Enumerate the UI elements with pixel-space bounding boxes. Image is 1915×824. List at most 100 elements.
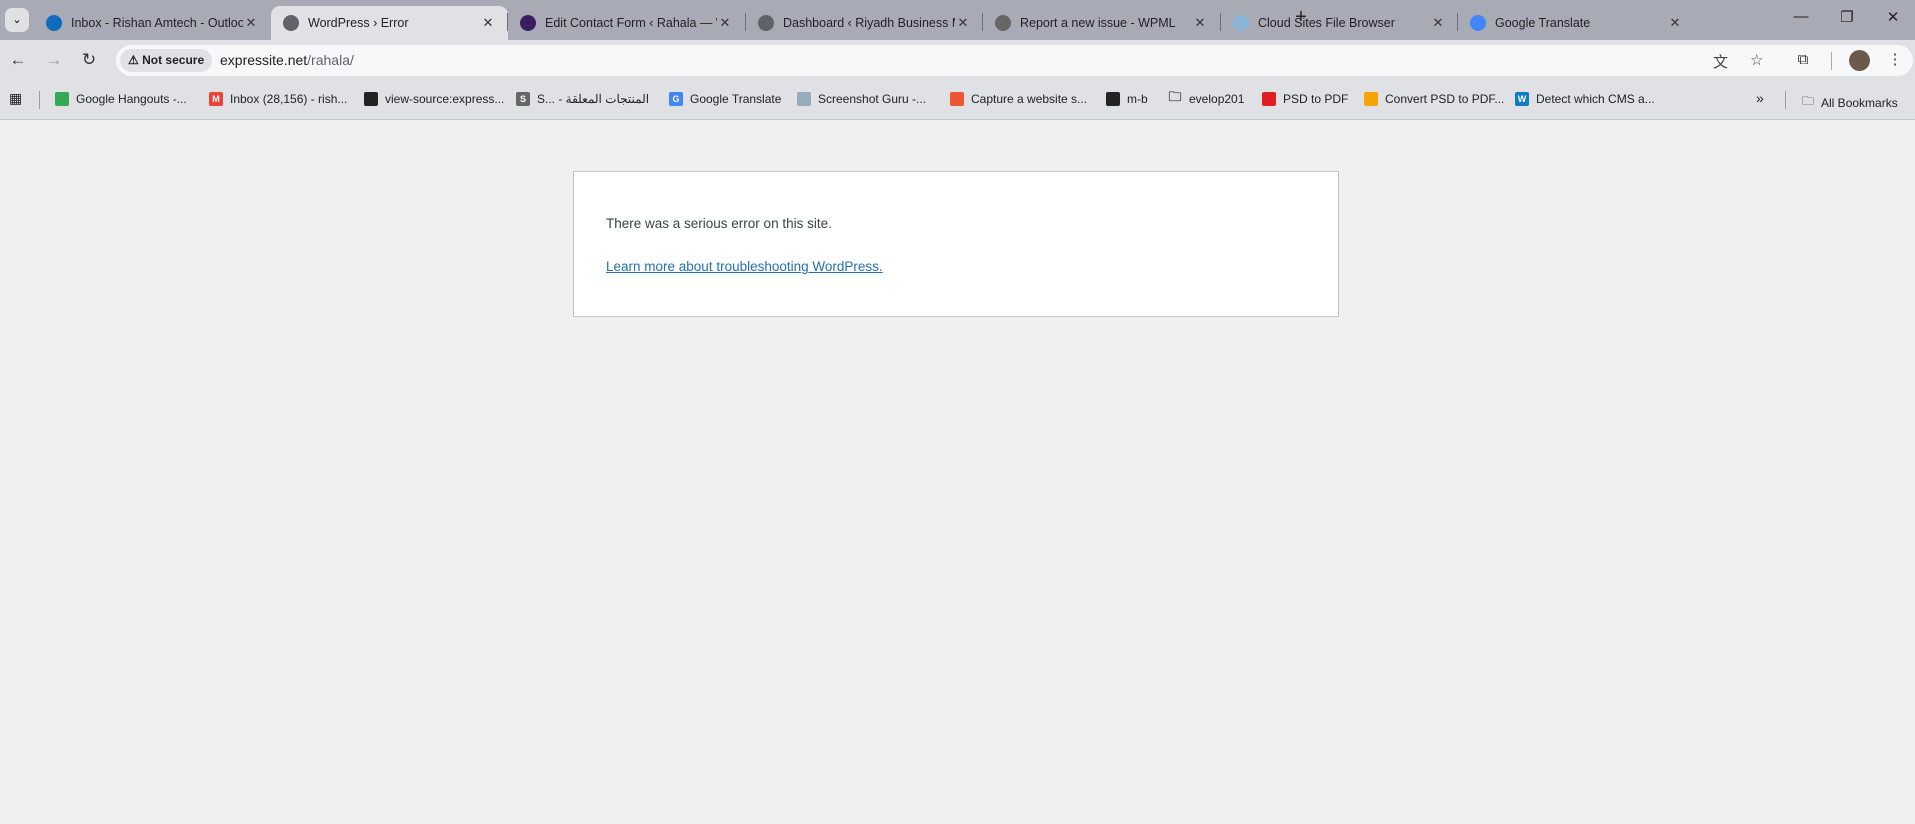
browser-toolbar: ← → ↻ ⚠ Not secure expressite.net/rahala… [0, 40, 1915, 81]
bookmark-label: PSD to PDF [1283, 92, 1349, 106]
tab-4[interactable]: Dashboard ‹ Riyadh Business Magazine✕ [746, 6, 983, 40]
bookmark-item[interactable]: 🗀 evelop201 [1168, 89, 1245, 106]
bookmark-favicon-icon: S [516, 92, 530, 106]
tab-title: Edit Contact Form ‹ Rahala — WordPress [545, 16, 717, 30]
warning-icon: ⚠ [128, 53, 143, 67]
bookmark-item[interactable]: m-b [1106, 92, 1148, 106]
reload-icon[interactable]: ↻ [78, 50, 100, 70]
close-tab-icon[interactable]: ✕ [955, 15, 971, 31]
back-icon[interactable]: ← [7, 50, 29, 70]
security-label: Not secure [142, 53, 205, 67]
close-tab-icon[interactable]: ✕ [1192, 15, 1208, 31]
bookmark-item[interactable]: M Inbox (28,156) - rish... [209, 92, 347, 106]
bookmark-favicon-icon [797, 92, 811, 106]
menu-icon[interactable]: ⋮ [1884, 50, 1906, 68]
bookmark-label: m-b [1127, 92, 1148, 106]
tab-title: WordPress › Error [308, 16, 409, 30]
bookmark-item[interactable]: Google Hangouts -... [55, 92, 187, 106]
divider [39, 91, 40, 109]
folder-icon: 🗀 [1168, 89, 1182, 104]
bookmark-item[interactable]: G Google Translate [669, 92, 781, 106]
apps-icon[interactable]: ▦ [9, 90, 22, 107]
url-path: /rahala/ [307, 52, 354, 68]
bookmark-star-icon[interactable]: ☆ [1750, 51, 1763, 69]
bookmark-favicon-icon [55, 92, 69, 106]
tab-6[interactable]: Cloud Sites File Browser ✕ [1221, 6, 1458, 40]
divider [1831, 52, 1832, 70]
tab-divider [1457, 13, 1458, 31]
bookmark-item[interactable]: S S... - المنتجات المعلقة [516, 92, 649, 106]
outlook-icon [46, 15, 62, 31]
security-chip[interactable]: ⚠ Not secure [120, 49, 213, 72]
bookmark-item[interactable]: Capture a website s... [950, 92, 1087, 106]
bookmark-label: S... - المنتجات المعلقة [537, 92, 650, 106]
tab-title: Report a new issue - WPML [1020, 16, 1176, 30]
tab-divider [1220, 13, 1221, 31]
tab-divider [507, 13, 508, 31]
bookmark-label: evelop201 [1189, 92, 1245, 106]
tab-2[interactable]: WordPress › Error ✕ [271, 6, 508, 40]
tab-divider [982, 13, 983, 31]
bookmark-label: Google Hangouts -... [76, 92, 187, 106]
bookmark-label: Capture a website s... [971, 92, 1088, 106]
bookmark-item[interactable]: Convert PSD to PDF... [1364, 92, 1504, 106]
bookmark-label: Inbox (28,156) - rish... [230, 92, 348, 106]
bookmark-label: view-source:express... [385, 92, 505, 106]
bookmark-favicon-icon [1262, 92, 1276, 106]
url-text[interactable]: expressite.net/rahala/ [220, 52, 354, 68]
close-tab-icon[interactable]: ✕ [243, 15, 259, 31]
tab-5[interactable]: Report a new issue - WPML ✕ [983, 6, 1220, 40]
restore-button[interactable]: ❐ [1832, 8, 1862, 26]
close-window-button[interactable]: ✕ [1878, 8, 1908, 26]
new-tab-button[interactable]: + [1286, 6, 1316, 29]
bookmark-label: Screenshot Guru -... [818, 92, 927, 106]
bookmark-favicon-icon [364, 92, 378, 106]
bookmark-favicon-icon [1364, 92, 1378, 106]
google-translate-icon [1470, 15, 1486, 31]
troubleshooting-link[interactable]: Learn more about troubleshooting WordPre… [606, 259, 883, 274]
bookmark-label: Google Translate [690, 92, 782, 106]
divider [1785, 91, 1786, 109]
bookmarks-overflow-button[interactable]: » [1756, 90, 1764, 106]
tab-strip: ⌄ Inbox - Rishan Amtech - Outlook ✕ WordPr… [0, 0, 1915, 40]
rahala-icon [520, 15, 536, 31]
tab-7[interactable]: Google Translate ✕ [1458, 6, 1695, 40]
close-tab-icon[interactable]: ✕ [1667, 15, 1683, 31]
folder-icon: 🗀 [1802, 94, 1815, 108]
minimize-button[interactable]: — [1786, 8, 1816, 25]
tab-title: Google Translate [1495, 16, 1591, 30]
all-bookmarks-label: All Bookmarks [1821, 95, 1898, 110]
tab-search-button[interactable]: ⌄ [5, 8, 29, 32]
profile-avatar[interactable] [1849, 50, 1870, 71]
bookmark-label: Convert PSD to PDF... [1385, 92, 1505, 106]
tab-divider [745, 13, 746, 31]
bookmark-item[interactable]: Screenshot Guru -... [797, 92, 926, 106]
bookmark-favicon-icon: M [209, 92, 223, 106]
globe-icon [283, 15, 299, 31]
wpml-icon [995, 15, 1011, 31]
address-bar[interactable]: ⚠ Not secure expressite.net/rahala/ 文 ☆ [116, 45, 1913, 76]
close-tab-icon[interactable]: ✕ [480, 15, 496, 31]
forward-icon[interactable]: → [43, 50, 65, 70]
all-bookmarks-button[interactable]: 🗀 All Bookmarks [1802, 92, 1898, 113]
extensions-icon[interactable]: ⧉ [1792, 51, 1814, 68]
bookmarks-bar: ▦ Google Hangouts -... M Inbox (28,156) - … [0, 81, 1915, 120]
bookmark-favicon-icon [1106, 92, 1120, 106]
cloud-icon [1233, 15, 1249, 31]
bookmark-label: Detect which CMS a... [1536, 92, 1655, 106]
bookmark-favicon-icon [950, 92, 964, 106]
tab-title: Inbox - Rishan Amtech - Outlook [71, 16, 243, 30]
tab-3[interactable]: Edit Contact Form ‹ Rahala — WordPress✕ [508, 6, 745, 40]
tab-title: Dashboard ‹ Riyadh Business Magazine [783, 16, 955, 30]
close-tab-icon[interactable]: ✕ [1430, 15, 1446, 31]
close-tab-icon[interactable]: ✕ [717, 15, 733, 31]
bookmark-item[interactable]: W Detect which CMS a... [1515, 92, 1655, 106]
tab-1[interactable]: Inbox - Rishan Amtech - Outlook ✕ [34, 6, 271, 40]
translate-icon[interactable]: 文 [1713, 51, 1728, 72]
bookmark-item[interactable]: PSD to PDF [1262, 92, 1348, 106]
globe-icon [758, 15, 774, 31]
bookmark-favicon-icon: W [1515, 92, 1529, 106]
error-panel: There was a serious error on this site. … [573, 171, 1339, 317]
error-message: There was a serious error on this site. [606, 216, 832, 231]
bookmark-item[interactable]: view-source:express... [364, 92, 504, 106]
